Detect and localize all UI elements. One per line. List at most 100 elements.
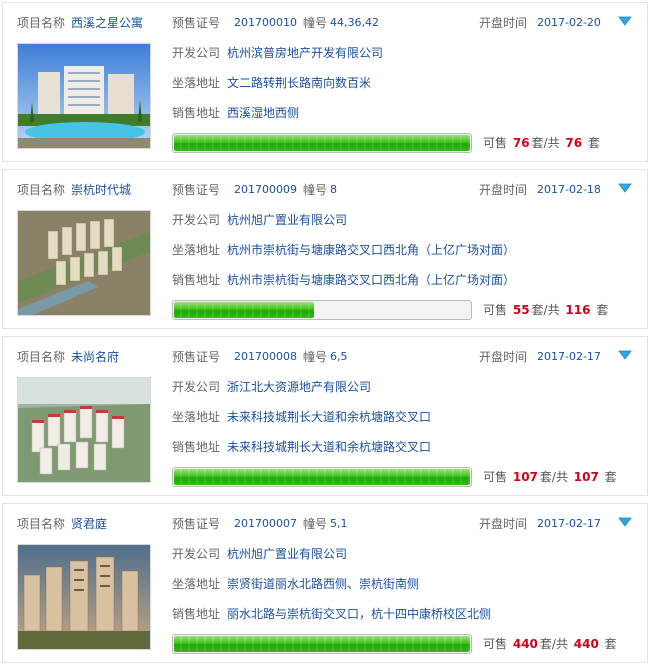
building-label: 幢号	[303, 350, 328, 364]
availability-progress-fill	[174, 469, 470, 485]
developer-value: 杭州滨普房地产开发有限公司	[227, 46, 384, 60]
presale-number: 201700007	[234, 517, 297, 530]
unit-label: 套	[596, 303, 609, 317]
building-number: 8	[330, 183, 337, 196]
building-number: 44,36,42	[330, 16, 379, 29]
open-time-value: 2017-02-17	[537, 517, 601, 530]
open-time-value: 2017-02-18	[537, 183, 601, 196]
presale-label: 预售证号	[172, 183, 221, 197]
developer-label: 开发公司	[172, 547, 221, 561]
project-name-link[interactable]: 西溪之星公寓	[71, 15, 143, 31]
expand-toggle-icon[interactable]	[618, 182, 632, 194]
project-name-link[interactable]: 崇杭时代城	[71, 182, 131, 198]
project-name-label: 项目名称	[17, 16, 66, 30]
building-label: 幢号	[303, 517, 328, 531]
developer-label: 开发公司	[172, 46, 221, 60]
available-label: 可售	[483, 470, 508, 484]
availability-text: 可售 107 套/共 107 套	[483, 469, 617, 485]
project-thumbnail[interactable]	[17, 377, 151, 483]
available-count: 440	[512, 637, 538, 651]
presale-label: 预售证号	[172, 350, 221, 364]
total-separator: 套/共	[531, 303, 560, 317]
availability-progress-bar	[172, 300, 472, 320]
availability-text: 可售 440 套/共 440 套	[483, 636, 617, 652]
building-label: 幢号	[303, 16, 328, 30]
project-card: 项目名称 西溪之星公寓 预售证号 201700010 幢号 44,36,42 开盘时间 201…	[2, 2, 648, 162]
presale-label: 预售证号	[172, 16, 221, 30]
total-count: 440	[573, 637, 599, 651]
location-value: 未来科技城荆长大道和余杭塘路交叉口	[227, 410, 432, 424]
location-label: 坐落地址	[172, 577, 221, 591]
location-label: 坐落地址	[172, 243, 221, 257]
availability-text: 可售 55 套/共 116 套	[483, 302, 608, 318]
location-label: 坐落地址	[172, 76, 221, 90]
available-count: 55	[512, 303, 530, 317]
presale-number: 201700010	[234, 16, 297, 29]
total-count: 116	[565, 303, 591, 317]
open-time-label: 开盘时间	[479, 517, 528, 531]
availability-text: 可售 76 套/共 76 套	[483, 135, 600, 151]
location-value: 崇贤街道丽水北路西侧、崇杭街南侧	[227, 577, 420, 591]
open-time-label: 开盘时间	[479, 183, 528, 197]
open-time-label: 开盘时间	[479, 16, 528, 30]
sales-address-value: 杭州市崇杭街与塘康路交叉口西北角（上亿广场对面）	[227, 273, 516, 287]
location-label: 坐落地址	[172, 410, 221, 424]
unit-label: 套	[604, 637, 617, 651]
available-count: 76	[512, 136, 530, 150]
developer-label: 开发公司	[172, 380, 221, 394]
building-label: 幢号	[303, 183, 328, 197]
project-name-link[interactable]: 贤君庭	[71, 516, 107, 532]
project-card: 项目名称 贤君庭 预售证号 201700007 幢号 5,1 开盘时间 2017-02-17 开…	[2, 503, 648, 663]
total-count: 76	[565, 136, 583, 150]
sales-address-value: 丽水北路与崇杭街交叉口，杭十四中康桥校区北侧	[227, 607, 492, 621]
presale-number: 201700008	[234, 350, 297, 363]
availability-progress-fill	[174, 302, 314, 318]
available-label: 可售	[483, 637, 508, 651]
location-value: 文二路转荆长路南向数百米	[227, 76, 372, 90]
open-time-value: 2017-02-20	[537, 16, 601, 29]
total-separator: 套/共	[531, 136, 560, 150]
developer-value: 杭州旭广置业有限公司	[227, 213, 348, 227]
presale-label: 预售证号	[172, 517, 221, 531]
project-name-label: 项目名称	[17, 350, 66, 364]
developer-value: 浙江北大资源地产有限公司	[227, 380, 372, 394]
sales-address-label: 销售地址	[172, 440, 221, 454]
total-separator: 套/共	[539, 470, 568, 484]
developer-label: 开发公司	[172, 213, 221, 227]
total-separator: 套/共	[539, 637, 568, 651]
sales-address-value: 西溪湿地西侧	[227, 106, 300, 120]
project-name-label: 项目名称	[17, 517, 66, 531]
unit-label: 套	[604, 470, 617, 484]
unit-label: 套	[587, 136, 600, 150]
open-time-label: 开盘时间	[479, 350, 528, 364]
availability-progress-bar	[172, 634, 472, 654]
project-card: 项目名称 未尚名府 预售证号 201700008 幢号 6,5 开盘时间 2017-02-17…	[2, 336, 648, 496]
availability-progress-fill	[174, 636, 470, 652]
available-count: 107	[512, 470, 538, 484]
open-time-value: 2017-02-17	[537, 350, 601, 363]
availability-progress-bar	[172, 133, 472, 153]
project-thumbnail[interactable]	[17, 210, 151, 316]
project-thumbnail[interactable]	[17, 43, 151, 149]
availability-progress-bar	[172, 467, 472, 487]
expand-toggle-icon[interactable]	[618, 15, 632, 27]
sales-address-label: 销售地址	[172, 273, 221, 287]
available-label: 可售	[483, 303, 508, 317]
developer-value: 杭州旭广置业有限公司	[227, 547, 348, 561]
sales-address-value: 未来科技城荆长大道和余杭塘路交叉口	[227, 440, 432, 454]
expand-toggle-icon[interactable]	[618, 349, 632, 361]
location-value: 杭州市崇杭街与塘康路交叉口西北角（上亿广场对面）	[227, 243, 516, 257]
project-thumbnail[interactable]	[17, 544, 151, 650]
available-label: 可售	[483, 136, 508, 150]
expand-toggle-icon[interactable]	[618, 516, 632, 528]
project-name-label: 项目名称	[17, 183, 66, 197]
building-number: 5,1	[330, 517, 348, 530]
total-count: 107	[573, 470, 599, 484]
project-name-link[interactable]: 未尚名府	[71, 349, 119, 365]
availability-progress-fill	[174, 135, 470, 151]
building-number: 6,5	[330, 350, 348, 363]
sales-address-label: 销售地址	[172, 607, 221, 621]
project-card: 项目名称 崇杭时代城 预售证号 201700009 幢号 8 开盘时间 2017-02-18 开…	[2, 169, 648, 329]
presale-number: 201700009	[234, 183, 297, 196]
sales-address-label: 销售地址	[172, 106, 221, 120]
